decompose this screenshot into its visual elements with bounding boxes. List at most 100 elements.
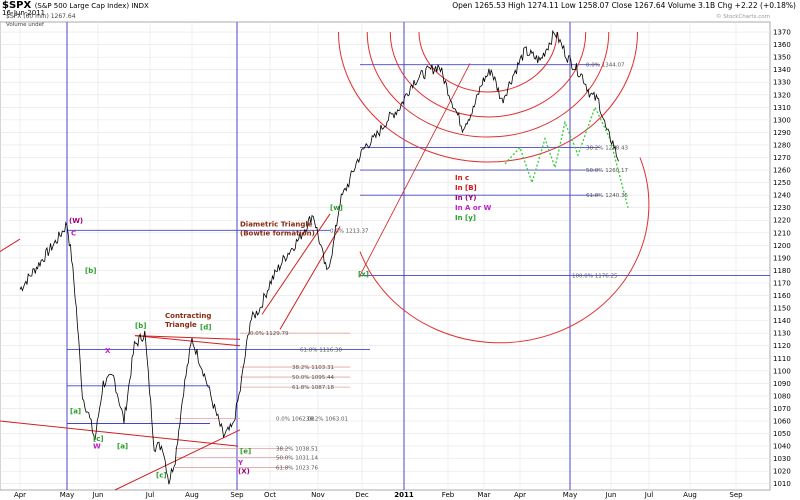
x-tick-label: May [563, 491, 577, 499]
fib-label: 61.8% 1087.18 [292, 385, 334, 391]
y-tick-label: 1350 [773, 54, 791, 62]
x-axis: Apr May Jun Jul Aug Sep Oct Nov Dec 2011 Feb Mar Apr… [14, 491, 743, 499]
credit-text: © StockCharts.com [716, 13, 770, 20]
price-chart[interactable]: Apr May Jun Jul Aug Sep Oct Nov Dec 2011 Feb Mar Apr… [0, 0, 800, 500]
y-tick-label: 1370 [773, 29, 791, 37]
y-axis: 1010 1020 1030 1040 1050 1060 1070 1080 1090 1100… [773, 29, 791, 489]
x-tick-label: Jun [92, 491, 104, 499]
y-tick-label: 1280 [773, 141, 791, 149]
y-tick-label: 1050 [773, 430, 791, 438]
y-tick-label: 1060 [773, 417, 791, 425]
fib-label: 61.8% 1240.35 [586, 193, 628, 199]
wave-label: [a] [70, 407, 81, 415]
fib-label: 50.0% 1095.44 [292, 375, 334, 381]
x-tick-label: Jul [145, 491, 155, 499]
x-tick-label: Apr [14, 491, 26, 499]
y-tick-label: 1220 [773, 217, 791, 225]
y-tick-label: 1310 [773, 104, 791, 112]
y-tick-label: 1260 [773, 167, 791, 175]
legend-entry: In (Y) [455, 194, 477, 202]
wave-label: [x] [358, 271, 369, 279]
chart-window: $SPX (S&P 500 Large Cap Index) INDX 16-J… [0, 0, 800, 500]
fib-label: 50.0% 1031.14 [276, 455, 318, 461]
fib-label: 38.2% 1063.01 [306, 416, 348, 422]
y-tick-label: 1300 [773, 116, 791, 124]
x-tick-label: Sep [729, 491, 743, 499]
wave-label: (Bowtie formation) [240, 229, 315, 237]
fib-label: 0.0% 1129.79 [250, 331, 289, 337]
y-tick-label: 1110 [773, 355, 791, 363]
wave-label: X [105, 347, 111, 355]
y-tick-label: 1090 [773, 380, 791, 388]
x-tick-label: Jun [605, 491, 617, 499]
y-tick-label: 1360 [773, 41, 791, 49]
wave-label: [a] [117, 443, 128, 451]
wave-label: W [93, 443, 101, 451]
y-tick-label: 1020 [773, 468, 791, 476]
x-tick-label: Jul [644, 491, 654, 499]
y-tick-label: 1030 [773, 455, 791, 463]
wave-label: [b] [135, 322, 146, 330]
legend-entry: In A or W [455, 204, 492, 212]
y-tick-label: 1010 [773, 480, 791, 488]
wave-label: [d] [200, 323, 211, 331]
x-tick-label: May [60, 491, 74, 499]
y-tick-label: 1200 [773, 242, 791, 250]
y-tick-label: 1150 [773, 305, 791, 313]
y-tick-label: 1080 [773, 392, 791, 400]
fib-label: 50.0% 1260.17 [586, 168, 628, 174]
series-label: $SPX (60 min) 1267.64 [6, 13, 76, 20]
wave-label: [w] [330, 204, 343, 212]
y-tick-label: 1270 [773, 154, 791, 162]
fib-label: 61.8% 1116.38 [300, 347, 342, 353]
y-tick-label: 1230 [773, 204, 791, 212]
y-tick-label: 1140 [773, 317, 791, 325]
wave-label: C [71, 229, 76, 237]
x-tick-label: Feb [442, 491, 455, 499]
x-tick-label: Dec [355, 491, 369, 499]
y-tick-label: 1190 [773, 254, 791, 262]
volume-label: Volume undef [6, 22, 45, 28]
y-tick-label: 1320 [773, 91, 791, 99]
fib-label: 38.2% 1038.51 [276, 447, 318, 453]
legend-entry: In [y] [455, 214, 476, 222]
wave-label: Triangle [165, 321, 197, 329]
wave-label: Diametric Triangle [240, 221, 313, 229]
x-tick-label: Aug [185, 491, 199, 499]
y-tick-label: 1160 [773, 292, 791, 300]
wave-label: Contracting [165, 312, 211, 320]
fib-label: 38.2% 1278.43 [586, 145, 628, 151]
y-tick-label: 1340 [773, 66, 791, 74]
fib-label: 100.0% 1176.25 [572, 273, 618, 279]
fib-label: 38.2% 1103.31 [292, 365, 334, 371]
y-tick-label: 1100 [773, 367, 791, 375]
fib-label: 61.8% 1023.76 [276, 465, 318, 471]
y-tick-label: 1290 [773, 129, 791, 137]
legend-entry: In c [455, 174, 469, 182]
wave-label: [e] [240, 448, 251, 456]
x-tick-label: 2011 [394, 491, 414, 499]
y-tick-label: 1170 [773, 279, 791, 287]
y-tick-label: 1250 [773, 179, 791, 187]
plot-area [0, 21, 771, 491]
wave-label: [b] [85, 267, 96, 275]
x-tick-label: Apr [514, 491, 526, 499]
x-tick-label: Sep [230, 491, 244, 499]
x-tick-label: Oct [264, 491, 276, 499]
fib-label: 0.0% 1344.07 [586, 63, 625, 69]
x-tick-label: Mar [477, 491, 490, 499]
wave-label: Y [237, 459, 244, 467]
y-tick-label: 1240 [773, 192, 791, 200]
x-tick-label: Nov [311, 491, 325, 499]
y-tick-label: 1330 [773, 79, 791, 87]
y-tick-label: 1120 [773, 342, 791, 350]
wave-label: (W) [69, 217, 83, 225]
wave-label: [c] [156, 471, 167, 479]
y-tick-label: 1040 [773, 443, 791, 451]
y-tick-label: 1070 [773, 405, 791, 413]
y-tick-label: 1210 [773, 229, 791, 237]
x-tick-label: Aug [683, 491, 697, 499]
legend-entry: In [B] [455, 184, 477, 192]
wave-label: (X) [238, 468, 250, 476]
y-tick-label: 1130 [773, 330, 791, 338]
